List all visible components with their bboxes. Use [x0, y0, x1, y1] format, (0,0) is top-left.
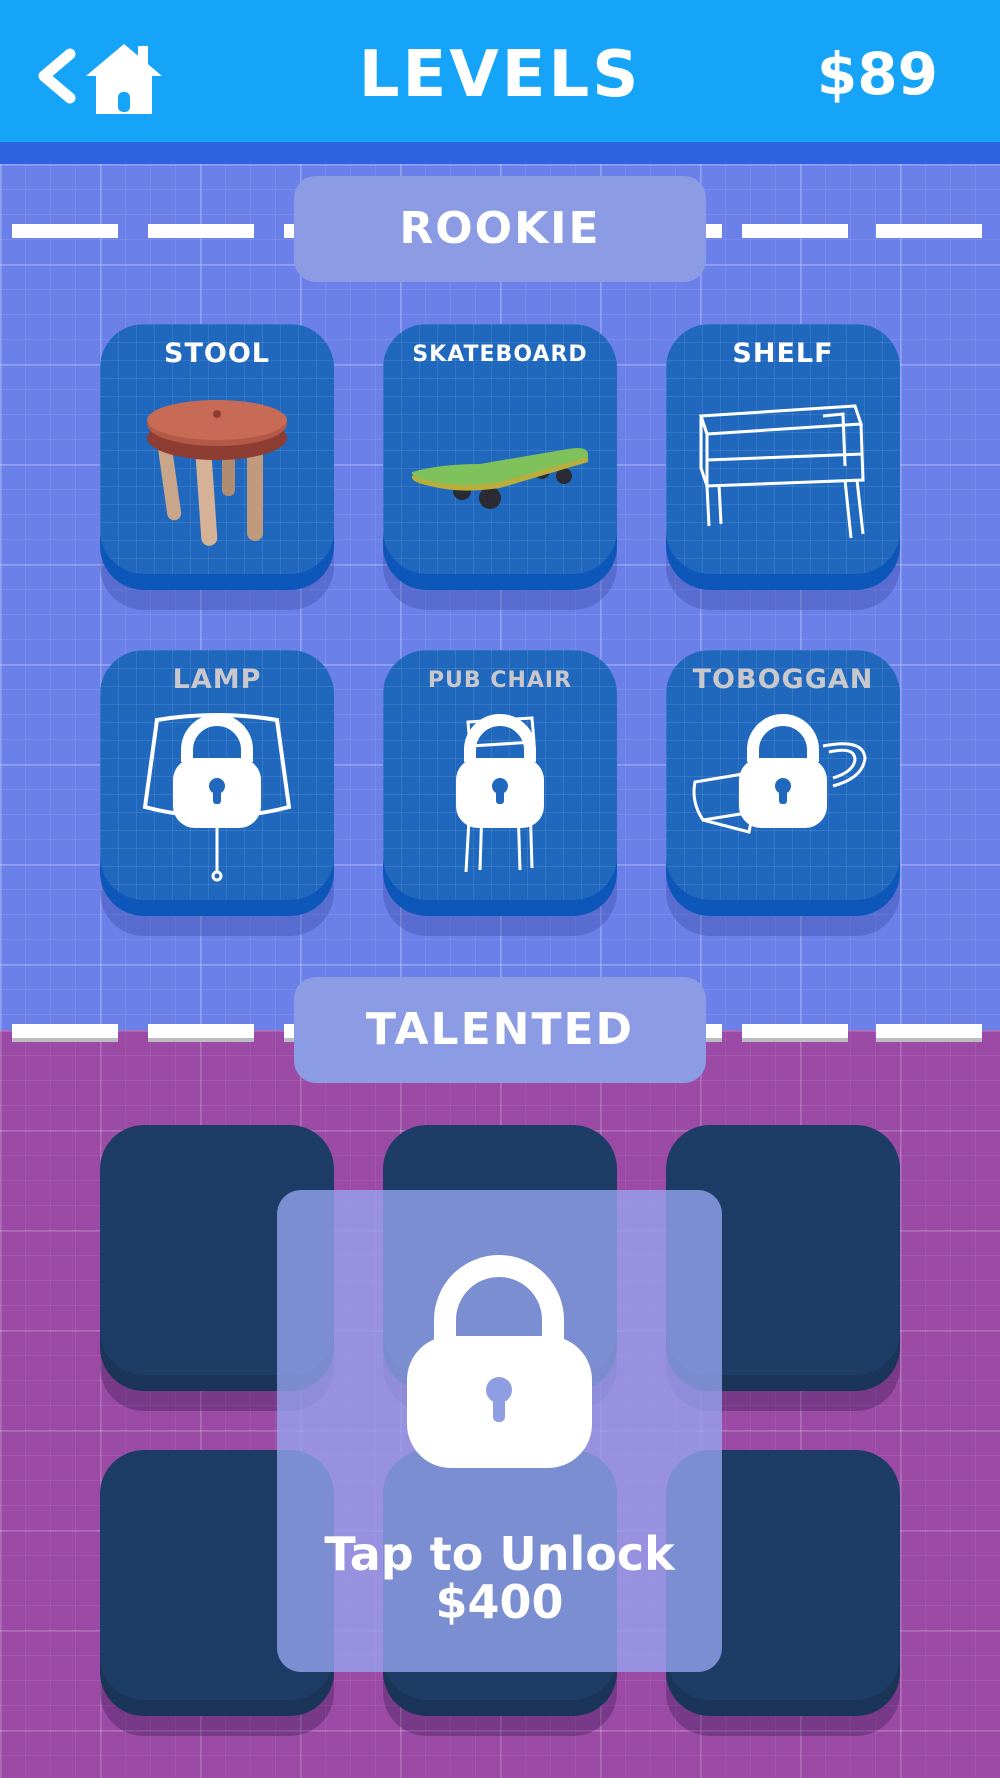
level-tile-stool[interactable]: STOOL [100, 324, 334, 574]
skateboard-image [411, 448, 589, 509]
back-arrow-icon [38, 48, 76, 104]
money-counter: $89 [816, 40, 938, 108]
lamp-image [142, 713, 292, 882]
shelf-image [698, 404, 865, 539]
section-label-talented: TALENTED [294, 977, 706, 1083]
level-tile-skateboard[interactable]: SKATEBOARD [383, 324, 617, 574]
level-name: SKATEBOARD [412, 342, 588, 367]
lock-icon [407, 1255, 592, 1468]
home-icon [38, 44, 162, 114]
unlock-label: Tap to Unlock [324, 1527, 675, 1581]
level-name: LAMP [172, 664, 262, 695]
level-tile-toboggan[interactable]: TOBOGGAN [666, 650, 900, 900]
back-home-button[interactable] [38, 40, 166, 116]
level-tile-pub-chair[interactable]: PUB CHAIR [383, 650, 617, 900]
level-name: TOBOGGAN [692, 664, 874, 695]
level-name: STOOL [164, 338, 270, 369]
level-name: PUB CHAIR [427, 668, 573, 693]
lock-icon [739, 714, 827, 828]
lock-icon [173, 714, 261, 828]
toboggan-image [692, 714, 867, 834]
level-tile-shelf[interactable]: SHELF [666, 324, 900, 574]
level-name: SHELF [732, 338, 834, 369]
unlock-section-button[interactable]: Tap to Unlock $400 [277, 1190, 722, 1672]
stool-image [147, 400, 287, 546]
lock-icon [456, 714, 544, 828]
top-bar-strip [0, 142, 1000, 164]
rookie-section-background [0, 164, 1000, 1030]
section-label-rookie: ROOKIE [294, 176, 706, 282]
pub-chair-image [456, 714, 544, 873]
level-tile-lamp[interactable]: LAMP [100, 650, 334, 900]
unlock-price: $400 [435, 1575, 564, 1629]
page-title: LEVELS [358, 38, 642, 112]
